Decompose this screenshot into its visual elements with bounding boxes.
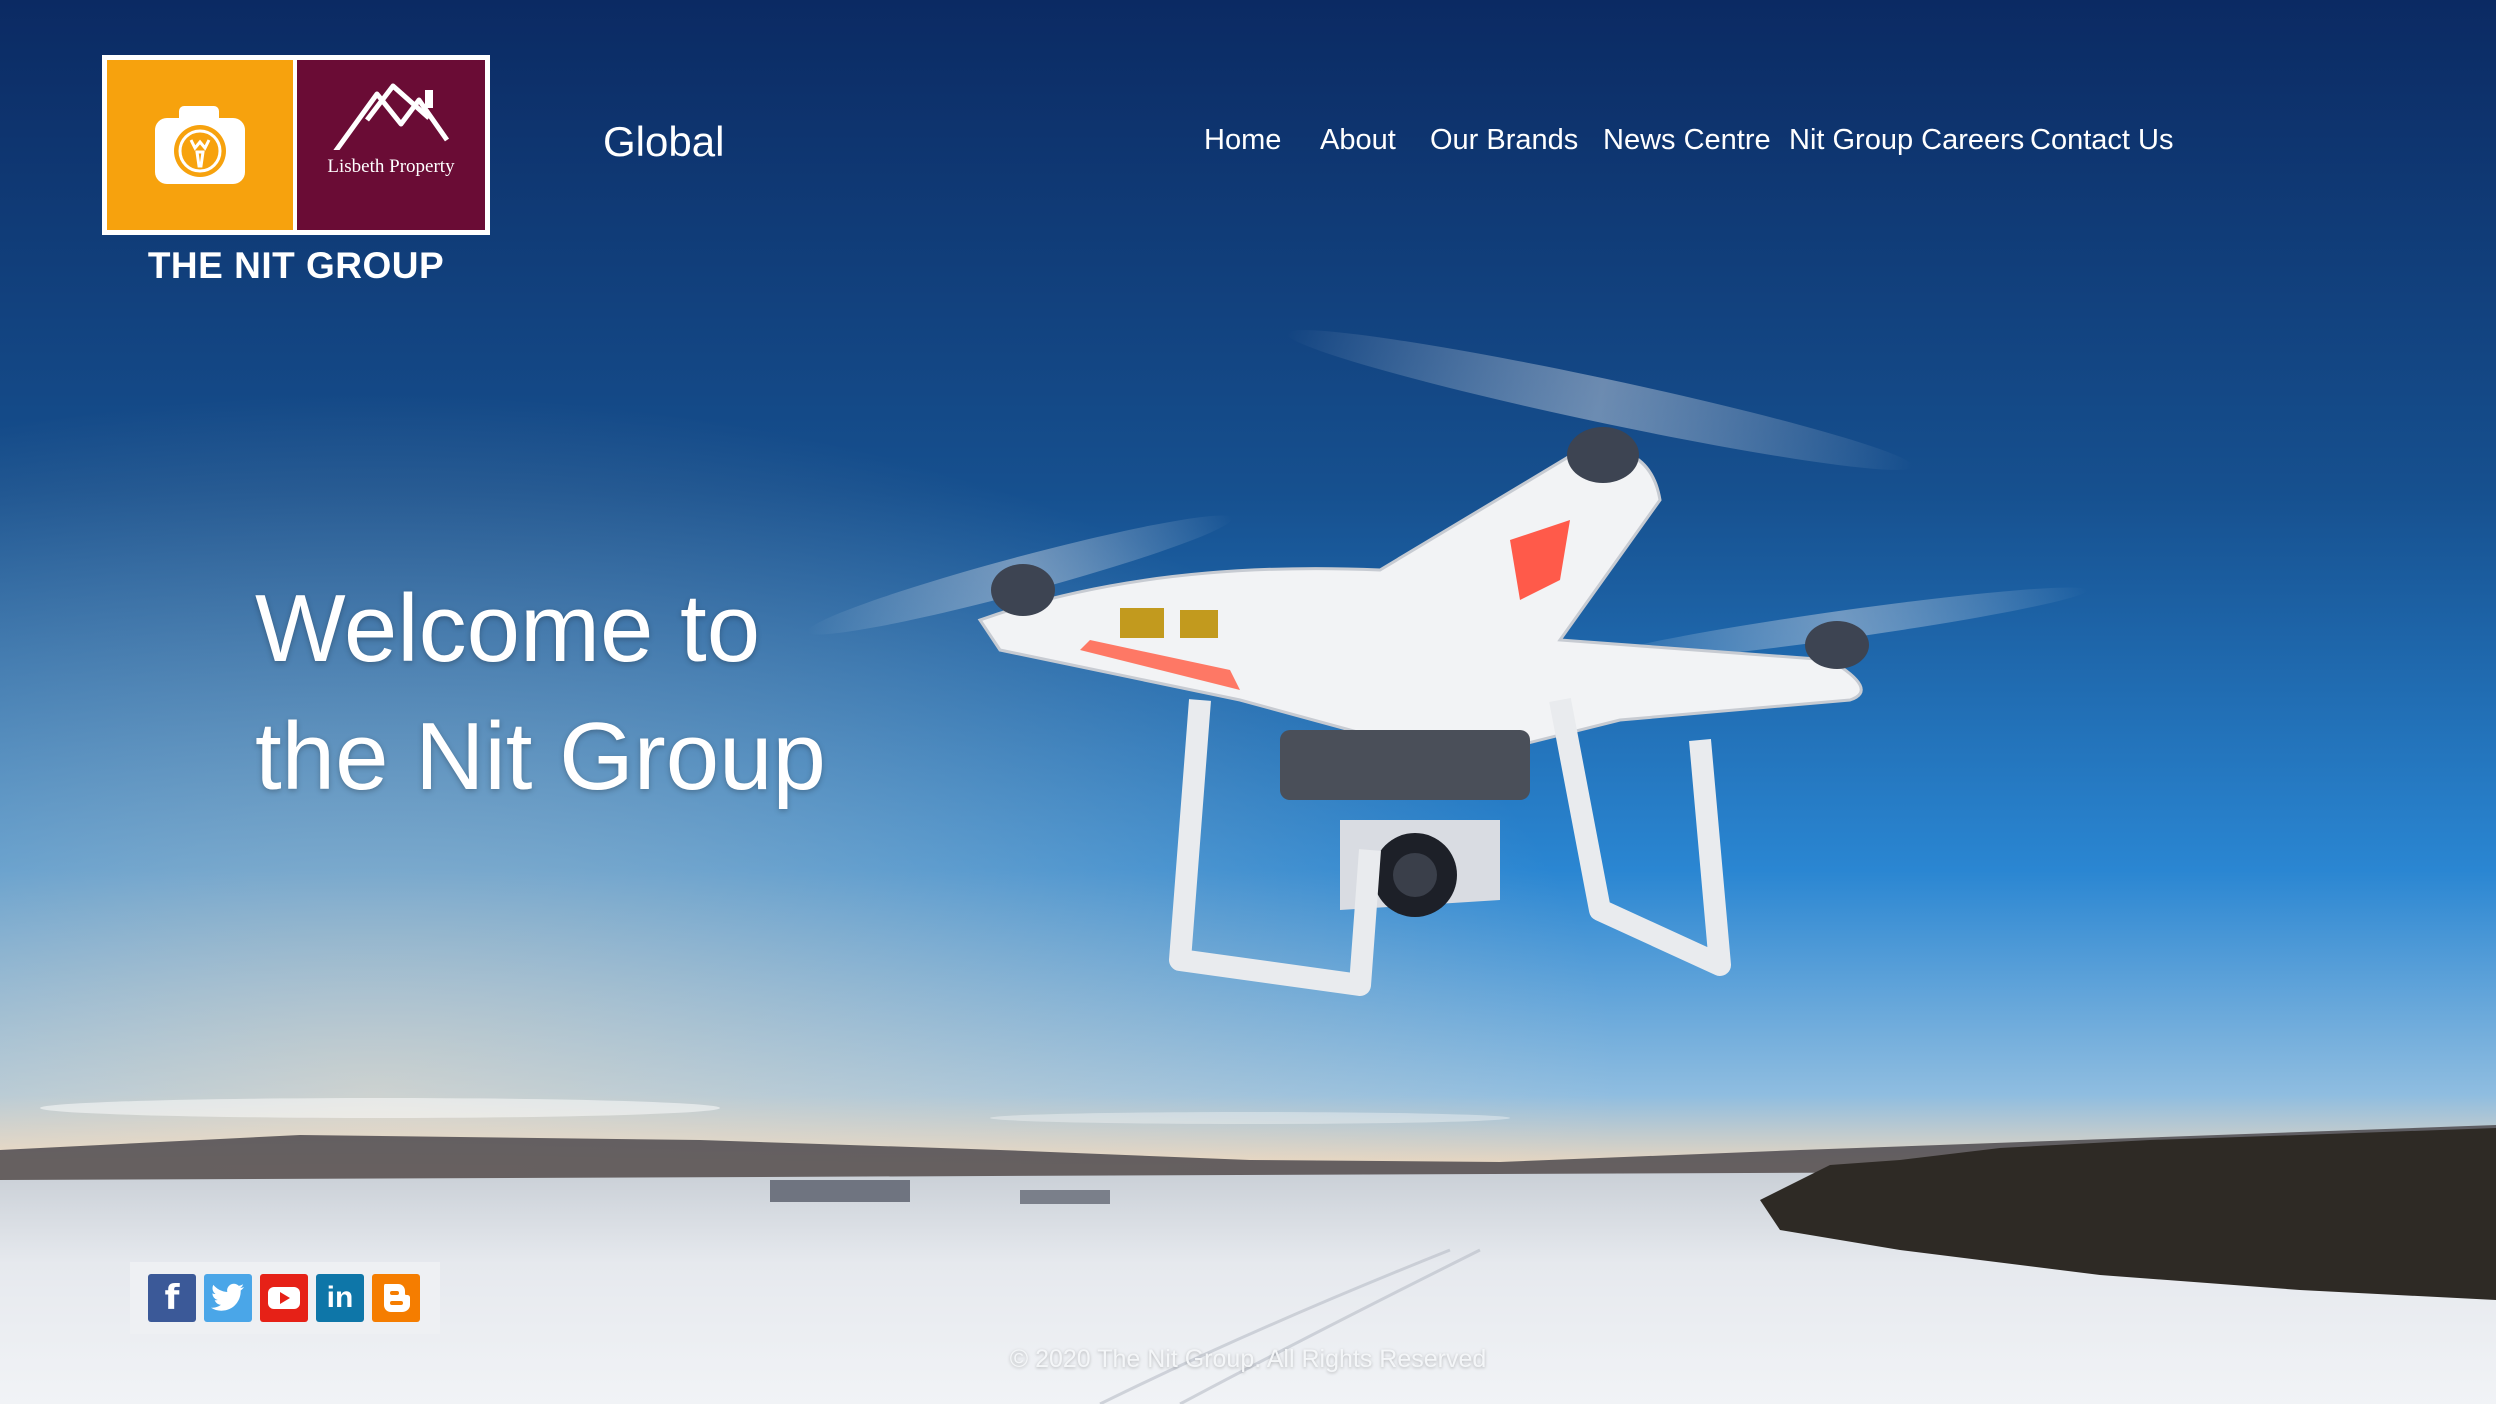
nav-news-centre[interactable]: News Centre: [1603, 124, 1771, 157]
blogger-icon[interactable]: [372, 1274, 420, 1322]
hero-line-1: Welcome to: [255, 575, 761, 682]
twitter-icon[interactable]: [204, 1274, 252, 1322]
social-links-bar: f in: [130, 1262, 440, 1334]
nav-our-brands[interactable]: Our Brands: [1430, 124, 1578, 157]
nav-home[interactable]: Home: [1204, 124, 1281, 157]
footer-copyright: © 2020 The Nit Group. All Rights Reserve…: [1009, 1345, 1487, 1373]
hero-heading: Welcome to the Nit Group: [255, 565, 826, 821]
nav-about[interactable]: About: [1320, 124, 1396, 157]
linkedin-icon[interactable]: in: [316, 1274, 364, 1322]
youtube-icon[interactable]: [260, 1274, 308, 1322]
brand-name: THE NIT GROUP: [147, 245, 445, 286]
facebook-icon[interactable]: f: [148, 1274, 196, 1322]
nav-contact-us[interactable]: Contact Us: [2030, 124, 2173, 157]
nav-nit-group-careers[interactable]: Nit Group Careers: [1789, 124, 2024, 157]
main-navigation: Home About Our Brands News Centre Nit Gr…: [0, 124, 2496, 168]
hero-line-2: the Nit Group: [255, 703, 826, 810]
